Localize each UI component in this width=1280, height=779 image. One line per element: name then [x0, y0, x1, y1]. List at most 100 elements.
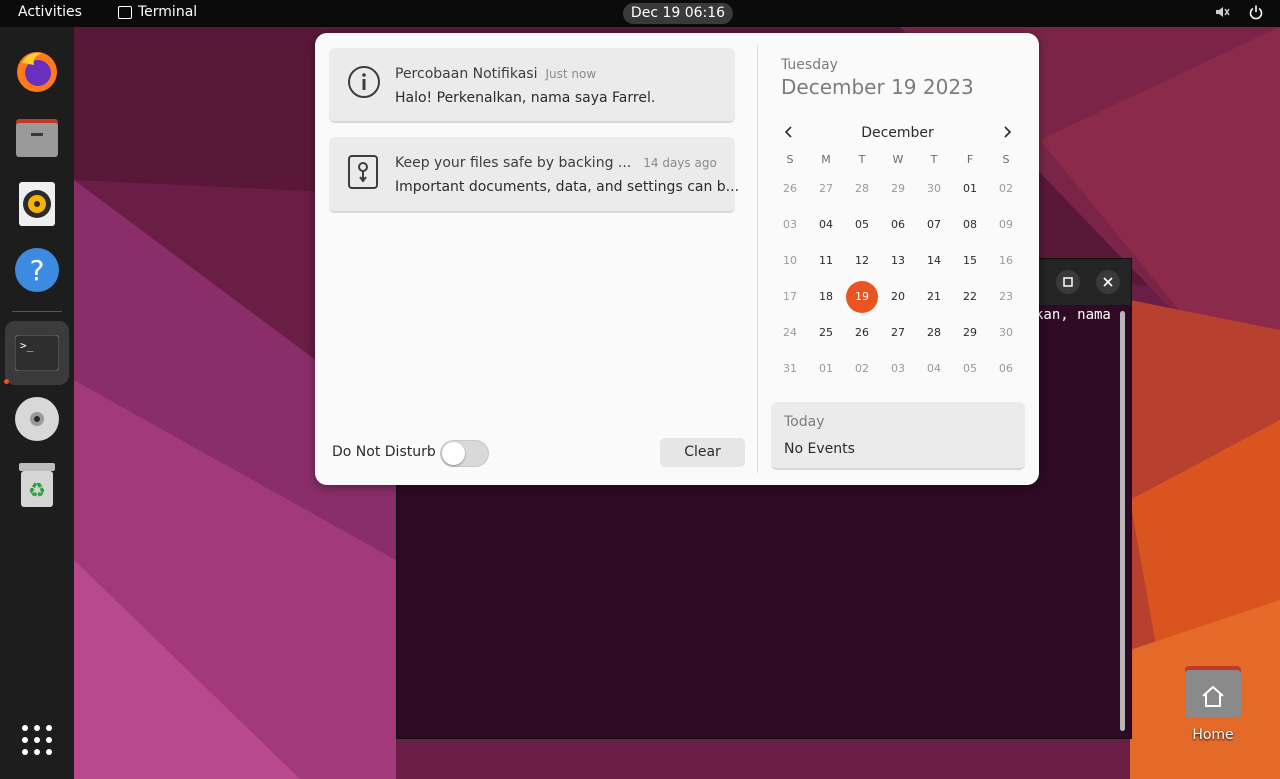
- calendar-day[interactable]: 06: [882, 209, 914, 241]
- close-button[interactable]: [1096, 270, 1120, 294]
- calendar-day[interactable]: 28: [918, 317, 950, 349]
- calendar-day[interactable]: 15: [954, 245, 986, 277]
- calendar-day[interactable]: 05: [846, 209, 878, 241]
- dock-firefox[interactable]: [5, 40, 69, 104]
- calendar-day[interactable]: 19: [846, 281, 878, 313]
- notification-card[interactable]: Keep your files safe by backing ... 14 da…: [329, 137, 739, 213]
- calendar-day[interactable]: 17: [774, 281, 806, 313]
- weekday-header: M: [821, 153, 831, 166]
- do-not-disturb-toggle[interactable]: [440, 440, 489, 467]
- calendar-day[interactable]: 02: [846, 353, 878, 385]
- dock-terminal[interactable]: >_: [5, 321, 69, 385]
- calendar-day[interactable]: 29: [954, 317, 986, 349]
- calendar-day[interactable]: 25: [810, 317, 842, 349]
- calendar-day[interactable]: 04: [810, 209, 842, 241]
- calendar-day[interactable]: 18: [810, 281, 842, 313]
- calendar-day[interactable]: 16: [990, 245, 1022, 277]
- help-icon: ?: [15, 248, 59, 292]
- notification-title: Keep your files safe by backing ... 14 da…: [395, 155, 717, 171]
- calendar-day[interactable]: 30: [918, 173, 950, 205]
- calendar-day[interactable]: 22: [954, 281, 986, 313]
- calendar-day[interactable]: 01: [954, 173, 986, 205]
- events-title: Today: [784, 414, 825, 430]
- running-indicator: [4, 379, 9, 384]
- calendar-day[interactable]: 11: [810, 245, 842, 277]
- dock-disc[interactable]: [5, 387, 69, 451]
- calendar-day[interactable]: 14: [918, 245, 950, 277]
- do-not-disturb-label: Do Not Disturb: [332, 444, 436, 460]
- calendar-day[interactable]: 06: [990, 353, 1022, 385]
- calendar-day[interactable]: 08: [954, 209, 986, 241]
- calendar-day[interactable]: 12: [846, 245, 878, 277]
- terminal-output: kan, nama: [1035, 307, 1111, 323]
- terminal-scrollbar[interactable]: [1120, 311, 1125, 731]
- notification-time: Just now: [545, 67, 597, 81]
- events-section[interactable]: Today No Events: [771, 402, 1025, 470]
- calendar-day[interactable]: 03: [774, 209, 806, 241]
- home-folder-icon[interactable]: [1185, 666, 1241, 718]
- chevron-right-icon: [1004, 126, 1012, 138]
- calendar-weekday[interactable]: Tuesday: [781, 57, 838, 73]
- calendar-day[interactable]: 13: [882, 245, 914, 277]
- calendar-day[interactable]: 31: [774, 353, 806, 385]
- svg-text:?: ?: [30, 254, 45, 287]
- calendar-day[interactable]: 21: [918, 281, 950, 313]
- system-tray[interactable]: [1214, 4, 1264, 20]
- volume-muted-icon: [1216, 7, 1230, 17]
- calendar-day[interactable]: 04: [918, 353, 950, 385]
- activities-button[interactable]: Activities: [18, 4, 82, 20]
- datetime-menu: Percobaan Notifikasi Just now Halo! Perke…: [315, 33, 1039, 485]
- maximize-button[interactable]: [1056, 270, 1080, 294]
- dock-separator: [12, 311, 62, 312]
- popover-divider: [757, 45, 758, 473]
- app-grid-icon: [22, 725, 52, 755]
- calendar-day[interactable]: 07: [918, 209, 950, 241]
- calendar-day[interactable]: 01: [810, 353, 842, 385]
- dock-rhythmbox[interactable]: [5, 172, 69, 236]
- clear-notifications-button[interactable]: Clear: [660, 438, 745, 467]
- trash-icon: ♻: [19, 463, 55, 507]
- dock-help[interactable]: ?: [5, 238, 69, 302]
- notification-title: Percobaan Notifikasi Just now: [395, 66, 596, 82]
- weekday-header: F: [966, 153, 974, 166]
- calendar-full-date[interactable]: December 19 2023: [781, 75, 974, 99]
- calendar-day[interactable]: 23: [990, 281, 1022, 313]
- calendar-day[interactable]: 03: [882, 353, 914, 385]
- calendar-day[interactable]: 24: [774, 317, 806, 349]
- notification-body: Important documents, data, and settings …: [395, 179, 740, 195]
- dock-files[interactable]: [5, 106, 69, 170]
- calendar-day[interactable]: 27: [810, 173, 842, 205]
- calendar-day[interactable]: 05: [954, 353, 986, 385]
- previous-month-button[interactable]: [783, 124, 795, 143]
- toggle-knob: [442, 442, 465, 465]
- notification-card[interactable]: Percobaan Notifikasi Just now Halo! Perke…: [329, 48, 735, 123]
- calendar-day[interactable]: 20: [882, 281, 914, 313]
- home-folder-label: Home: [1192, 727, 1234, 743]
- calendar-day[interactable]: 02: [990, 173, 1022, 205]
- calendar-day[interactable]: 29: [882, 173, 914, 205]
- weekday-header: T: [930, 153, 938, 166]
- info-icon: [348, 66, 380, 98]
- svg-text:♻: ♻: [28, 478, 46, 502]
- folder-icon: [16, 119, 58, 157]
- disc-icon: [15, 397, 59, 441]
- dock-trash[interactable]: ♻: [5, 453, 69, 517]
- app-name: Terminal: [138, 4, 198, 20]
- next-month-button[interactable]: [1001, 124, 1013, 143]
- calendar-day[interactable]: 28: [846, 173, 878, 205]
- weekday-header: S: [786, 153, 794, 166]
- calendar-day[interactable]: 26: [774, 173, 806, 205]
- calendar-day[interactable]: 27: [882, 317, 914, 349]
- firefox-icon: [17, 52, 57, 92]
- weekday-header: T: [858, 153, 866, 166]
- terminal-icon: [118, 5, 132, 19]
- show-apps-button[interactable]: [5, 708, 69, 772]
- clock-button[interactable]: Dec 19 06:16: [623, 3, 733, 24]
- notification-body: Halo! Perkenalkan, nama saya Farrel.: [395, 90, 656, 106]
- calendar-day[interactable]: 30: [990, 317, 1022, 349]
- calendar-day[interactable]: 10: [774, 245, 806, 277]
- maximize-icon: [1063, 277, 1073, 287]
- app-menu[interactable]: Terminal: [118, 4, 197, 20]
- calendar-day[interactable]: 26: [846, 317, 878, 349]
- calendar-day[interactable]: 09: [990, 209, 1022, 241]
